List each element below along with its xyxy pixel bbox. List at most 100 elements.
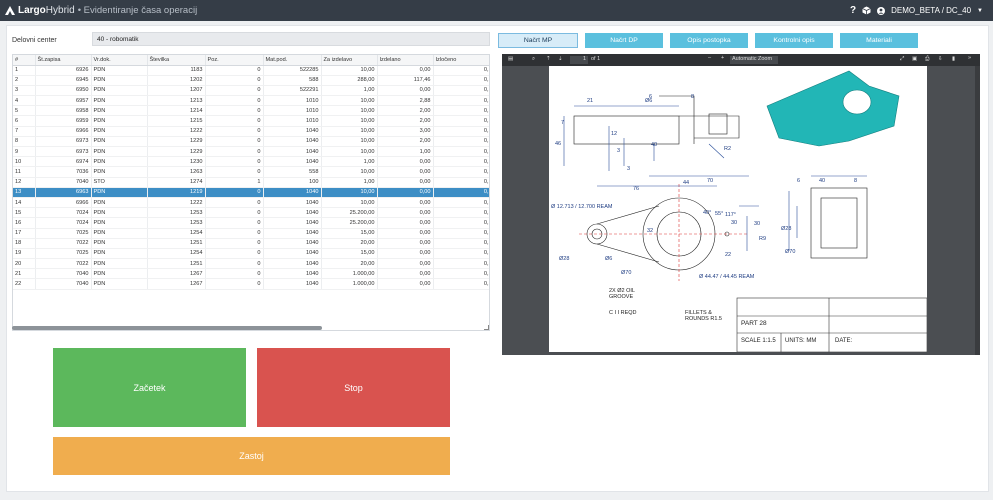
table-row[interactable]: 14 6966 PDN 1222 0 1040 10,00 0,00 0, [13,197,489,209]
tab-opis-postopka[interactable]: Opis postopka [670,33,748,48]
table-cell: 0, [433,146,489,158]
grid-column-header[interactable]: Vr.dok. [91,55,148,66]
grid-horizontal-scrollbar[interactable] [12,326,322,330]
table-cell: 0,00 [377,166,434,178]
table-row[interactable]: 6 6959 PDN 1215 0 1010 10,00 2,00 0, [13,115,489,127]
help-icon[interactable]: ? [850,5,856,16]
table-row[interactable]: 9 6973 PDN 1229 0 1040 10,00 1,00 0, [13,146,489,158]
table-row[interactable]: 3 6950 PDN 1207 0 522291 1,00 0,00 0, [13,85,489,97]
table-cell: 0, [433,207,489,219]
table-row[interactable]: 4 6957 PDN 1213 0 1010 10,00 2,88 0, [13,95,489,107]
grid-column-header[interactable]: Mat.pod. [263,55,322,66]
table-cell: 1010 [263,95,322,107]
zoom-in-icon[interactable]: + [721,55,724,61]
stop-button[interactable]: Stop [257,348,450,427]
table-cell: 0 [205,136,264,148]
drawing-dimension-label: Ø 44.47 / 44.45 REAM [699,274,755,280]
table-cell: 1040 [263,248,322,260]
grid-column-header[interactable]: Poz. [205,55,264,66]
tab-nacrt-mp[interactable]: Načrt MP [498,33,578,48]
operations-grid[interactable]: # Št.zapisa Vr.dok. Številka Poz. Mat.pod. Za … [12,54,490,331]
search-icon[interactable]: ⌕ [532,56,535,63]
page-up-icon[interactable]: ⇡ [546,56,551,62]
pdf-vertical-scrollbar[interactable] [975,66,980,355]
table-row[interactable]: 16 7024 PDN 1253 0 1040 25.200,00 0,00 0, [13,217,489,229]
zoom-select[interactable]: Automatic Zoom [730,56,778,64]
table-cell: 15,00 [321,248,378,260]
table-cell: 1215 [147,115,206,127]
table-cell: PDN [91,207,148,219]
table-cell: PDN [91,248,148,260]
drawing-dimension-label: 12 [611,131,618,137]
table-cell: PDN [91,238,148,249]
table-cell: 10,00 [321,126,378,137]
table-cell: 1213 [147,95,206,107]
resize-handle-icon[interactable] [484,325,489,330]
table-cell: 10,00 [321,146,378,158]
table-row[interactable]: 19 7025 PDN 1254 0 1040 15,00 0,00 0, [13,248,489,260]
grid-column-header[interactable]: # [13,55,36,66]
tab-materiali[interactable]: Materiali [840,33,918,48]
bookmark-icon[interactable]: ▮ [952,56,955,62]
table-row[interactable]: 10 6974 PDN 1230 0 1040 1,00 0,00 0, [13,156,489,168]
table-row[interactable]: 12 7040 STO 1274 1 100 1,00 0,00 0, [13,177,489,188]
table-row[interactable]: 11 7036 PDN 1263 0 558 10,00 0,00 0, [13,166,489,178]
table-row[interactable]: 13 6963 PDN 1219 0 1040 10,00 0,00 0, [13,187,489,198]
grid-column-header[interactable]: Številka [147,55,206,66]
table-cell: 0,00 [377,207,434,219]
table-cell: 1040 [263,217,322,229]
table-cell: 0, [433,65,489,76]
table-cell: 15,00 [321,228,378,239]
work-center-field[interactable]: 40 - robomatik [92,32,490,46]
table-cell: 1040 [263,228,322,239]
print-icon[interactable]: ⎙ [925,56,929,63]
open-file-icon[interactable]: ▣ [912,56,917,62]
table-row[interactable]: 2 6945 PDN 1202 0 588 288,00 117,46 0, [13,75,489,86]
table-cell: 1040 [263,146,322,158]
downtime-button[interactable]: Zastoj [53,437,450,475]
start-button[interactable]: Začetek [53,348,246,427]
table-cell: 1214 [147,105,206,117]
tab-nacrt-dp[interactable]: Načrt DP [585,33,663,48]
download-icon[interactable]: ⇩ [938,56,943,62]
table-row[interactable]: 1 6926 PDN 1183 0 522285 10,00 0,00 0, [13,65,489,76]
table-row[interactable]: 17 7025 PDN 1254 0 1040 15,00 0,00 0, [13,228,489,239]
page-number-input[interactable]: 1 [570,56,588,64]
grid-column-header[interactable]: Za izdelavo [321,55,378,66]
fullscreen-icon[interactable]: ⤢ [900,56,904,63]
page-down-icon[interactable]: ⇣ [558,56,563,62]
table-cell: 2,88 [377,95,434,107]
table-cell: PDN [91,146,148,158]
table-row[interactable]: 18 7022 PDN 1251 0 1040 20,00 0,00 0, [13,238,489,249]
drawing-dimension-label: 55° [715,211,724,217]
table-cell: PDN [91,268,148,280]
drawing-part-label: PART 28 [741,320,767,327]
table-cell: 1010 [263,105,322,117]
table-cell: 10,00 [321,136,378,148]
zoom-out-icon[interactable]: – [708,55,711,61]
chevron-down-icon[interactable]: ▼ [977,8,983,14]
table-row[interactable]: 15 7024 PDN 1253 0 1040 25.200,00 0,00 0, [13,207,489,219]
grid-column-header[interactable]: Izdelano [377,55,434,66]
user-icon[interactable] [877,6,886,15]
grid-column-header[interactable]: Izločeno [433,55,489,66]
user-menu[interactable]: DEMO_BETA / DC_40 [891,6,971,15]
table-cell: 4 [13,95,36,107]
tab-kontrolni-opis[interactable]: Kontrolni opis [755,33,833,48]
table-row[interactable]: 21 7040 PDN 1267 0 1040 1.000,00 0,00 0, [13,268,489,280]
table-row[interactable]: 8 6973 PDN 1229 0 1040 10,00 2,00 0, [13,136,489,148]
table-cell: PDN [91,197,148,209]
table-row[interactable]: 5 6958 PDN 1214 0 1010 10,00 2,00 0, [13,105,489,117]
table-cell: 1040 [263,187,322,198]
table-row[interactable]: 7 6966 PDN 1222 0 1040 10,00 3,00 0, [13,126,489,137]
table-cell: 3,00 [377,126,434,137]
more-tools-icon[interactable]: » [968,55,971,61]
table-cell: 0 [205,258,264,270]
sidebar-toggle-icon[interactable]: ▤ [508,56,513,62]
table-row[interactable]: 20 7022 PDN 1251 0 1040 20,00 0,00 0, [13,258,489,270]
cube-icon[interactable] [862,6,871,15]
table-cell: 0 [205,207,264,219]
grid-column-header[interactable]: Št.zapisa [35,55,92,66]
drawing-dimension-label: R2 [724,146,732,152]
table-row[interactable]: 22 7040 PDN 1267 0 1040 1.000,00 0,00 0, [13,278,489,290]
